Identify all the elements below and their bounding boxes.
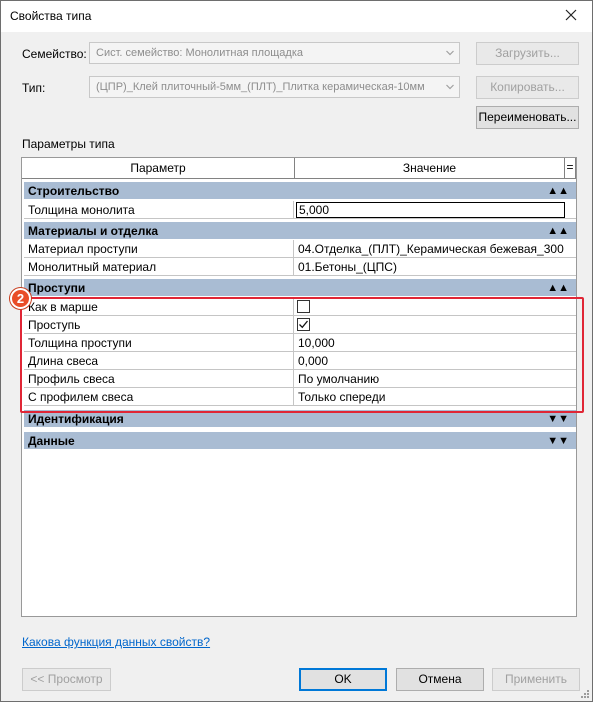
type-label: Тип: <box>22 81 46 95</box>
type-select-value: (ЦПР)_Клей плиточный-5мм_(ПЛТ)_Плитка ке… <box>96 81 425 93</box>
preview-button[interactable]: << Просмотр <box>22 668 111 691</box>
collapse-icon[interactable]: ▲▲ <box>547 222 569 240</box>
cancel-button[interactable]: Отмена <box>396 668 484 691</box>
param-row[interactable]: Толщина монолита 5,000 <box>24 201 576 219</box>
expand-icon[interactable]: ▼▼ <box>547 432 569 450</box>
chevron-down-icon <box>446 50 454 56</box>
column-header-parameter[interactable]: Параметр <box>22 158 295 179</box>
chevron-down-icon <box>446 84 454 90</box>
param-name: Материал проступи <box>24 240 294 258</box>
resize-grip-icon[interactable] <box>580 689 590 699</box>
ok-button[interactable]: OK <box>299 668 387 691</box>
column-header-value[interactable]: Значение <box>295 158 565 179</box>
type-select[interactable]: (ЦПР)_Клей плиточный-5мм_(ПЛТ)_Плитка ке… <box>89 76 460 98</box>
column-header-corner[interactable]: = <box>565 158 576 179</box>
family-select-value: Сист. семейство: Монолитная площадка <box>96 47 303 59</box>
collapse-icon[interactable]: ▲▲ <box>547 279 569 297</box>
group-construction[interactable]: Строительство ▲▲ <box>24 182 576 200</box>
param-name: Толщина монолита <box>24 201 294 219</box>
group-title: Данные <box>28 434 75 448</box>
close-icon[interactable] <box>562 6 580 24</box>
group-treads[interactable]: Проступи ▲▲ <box>24 279 576 297</box>
param-row[interactable]: Материал проступи 04.Отделка_(ПЛТ)_Керам… <box>24 240 576 258</box>
param-value[interactable]: 04.Отделка_(ПЛТ)_Керамическая бежевая_30… <box>294 240 576 258</box>
type-properties-dialog: Свойства типа Семейство: Сист. семейство… <box>0 0 593 702</box>
copy-button[interactable]: Копировать... <box>476 76 579 99</box>
group-materials[interactable]: Материалы и отделка ▲▲ <box>24 222 576 240</box>
monolith-thickness-input[interactable]: 5,000 <box>296 202 565 218</box>
title-bar: Свойства типа <box>1 1 592 32</box>
step-marker-badge: 2 <box>10 288 31 309</box>
apply-button[interactable]: Применить <box>492 668 580 691</box>
group-title: Строительство <box>28 184 120 198</box>
highlight-frame <box>20 297 584 413</box>
rename-button[interactable]: Переименовать... <box>476 106 579 129</box>
collapse-icon[interactable]: ▲▲ <box>547 182 569 200</box>
family-select[interactable]: Сист. семейство: Монолитная площадка <box>89 42 460 64</box>
group-title: Материалы и отделка <box>28 224 159 238</box>
load-button[interactable]: Загрузить... <box>476 42 579 65</box>
param-value[interactable]: 01.Бетоны_(ЦПС) <box>294 258 576 276</box>
param-name: Монолитный материал <box>24 258 294 276</box>
family-label: Семейство: <box>22 47 87 61</box>
window-title: Свойства типа <box>10 9 92 23</box>
param-row[interactable]: Монолитный материал 01.Бетоны_(ЦПС) <box>24 258 576 276</box>
group-title: Проступи <box>28 281 86 295</box>
group-title: Идентификация <box>28 412 124 426</box>
group-data[interactable]: Данные ▼▼ <box>24 432 576 450</box>
type-parameters-title: Параметры типа <box>22 137 115 151</box>
help-link[interactable]: Какова функция данных свойств? <box>22 635 210 649</box>
